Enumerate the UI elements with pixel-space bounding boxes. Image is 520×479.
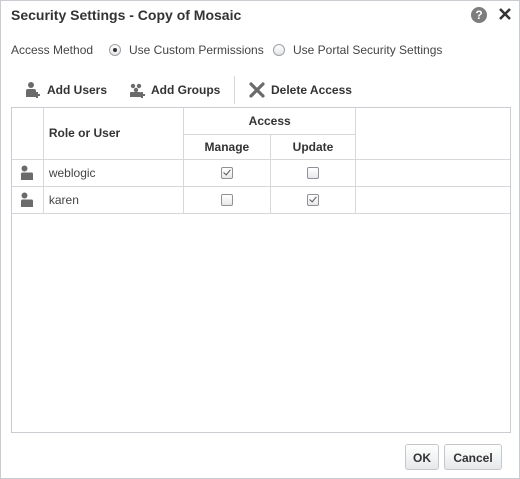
add-groups-label: Add Groups (151, 83, 221, 97)
role-or-user-header[interactable]: Role or User (43, 108, 185, 160)
update-checkbox[interactable] (307, 166, 319, 179)
filler-column-header (355, 108, 510, 160)
dialog-titlebar: Security Settings - Copy of Mosaic ? (1, 1, 519, 31)
add-user-icon (26, 82, 40, 98)
add-users-button[interactable]: Add Users (24, 76, 107, 104)
manage-header[interactable]: Manage (183, 134, 271, 160)
update-cell (270, 159, 357, 187)
radio-label-custom-permissions[interactable]: Use Custom Permissions (129, 43, 264, 57)
user-icon (21, 192, 34, 207)
close-icon[interactable] (497, 4, 513, 24)
access-header: Access (183, 108, 357, 135)
delete-access-button[interactable]: Delete Access (248, 76, 352, 104)
filler-cell (355, 186, 510, 214)
security-settings-dialog: Security Settings - Copy of Mosaic ? Acc… (0, 0, 520, 479)
permissions-table: Role or User Access Manage Update weblog… (12, 108, 510, 214)
manage-cell (183, 159, 271, 187)
table-row[interactable]: weblogic (12, 159, 510, 187)
filler-cell (355, 159, 510, 187)
ok-button[interactable]: OK (405, 444, 439, 470)
update-checkbox[interactable] (307, 193, 319, 206)
delete-x-icon (249, 82, 265, 98)
close-x-glyph (499, 8, 511, 20)
delete-access-label: Delete Access (271, 83, 352, 97)
toolbar: Add Users Add Groups Delete Access (11, 76, 511, 104)
manage-checkbox[interactable] (220, 193, 233, 206)
add-group-icon (130, 83, 145, 98)
permissions-table-panel: Role or User Access Manage Update weblog… (11, 107, 511, 433)
add-groups-button[interactable]: Add Groups (128, 76, 220, 104)
row-name: weblogic (43, 159, 185, 187)
row-icon-cell (12, 186, 44, 214)
radio-portal-security[interactable] (273, 44, 285, 56)
toolbar-separator (234, 76, 235, 104)
cancel-button[interactable]: Cancel (444, 444, 502, 470)
update-header[interactable]: Update (270, 134, 357, 160)
radio-label-portal-security[interactable]: Use Portal Security Settings (293, 43, 442, 57)
dialog-title: Security Settings - Copy of Mosaic (11, 7, 242, 23)
radio-custom-permissions[interactable] (109, 44, 121, 56)
add-users-label: Add Users (47, 83, 108, 97)
manage-cell (183, 186, 271, 214)
row-icon-cell (12, 159, 44, 187)
manage-checkbox[interactable] (220, 166, 233, 179)
table-row[interactable]: karen (12, 186, 510, 214)
row-name: karen (43, 186, 185, 214)
update-cell (270, 186, 357, 214)
access-method-label: Access Method (11, 43, 94, 57)
user-icon (21, 165, 34, 180)
help-icon[interactable]: ? (471, 7, 487, 23)
icon-column-header (12, 108, 44, 160)
